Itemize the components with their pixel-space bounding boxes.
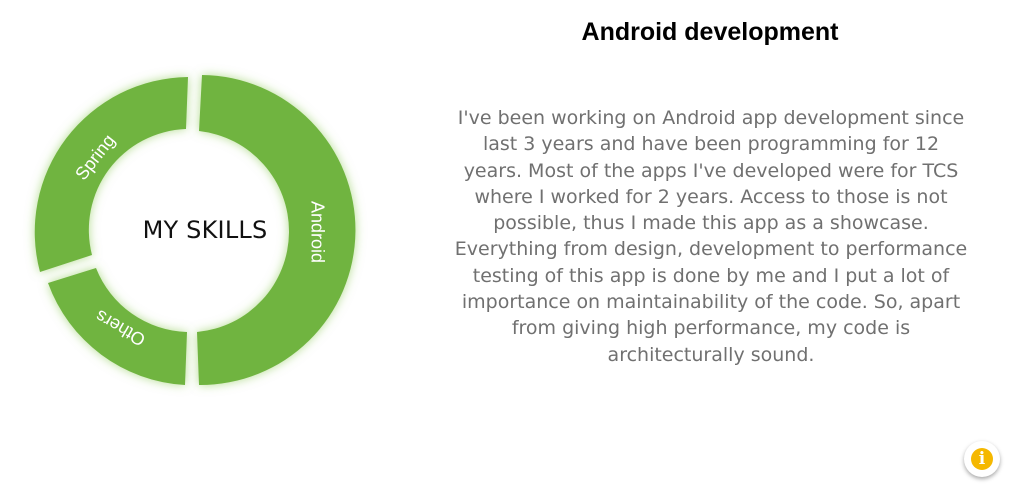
info-icon: i	[971, 448, 993, 470]
center-label: MY SKILLS	[142, 216, 268, 244]
info-button[interactable]: i	[964, 441, 1000, 477]
skill-title: Android development	[581, 18, 839, 46]
segment-label-android: Android	[307, 201, 327, 263]
skill-description: I've been working on Android app develop…	[454, 107, 968, 366]
